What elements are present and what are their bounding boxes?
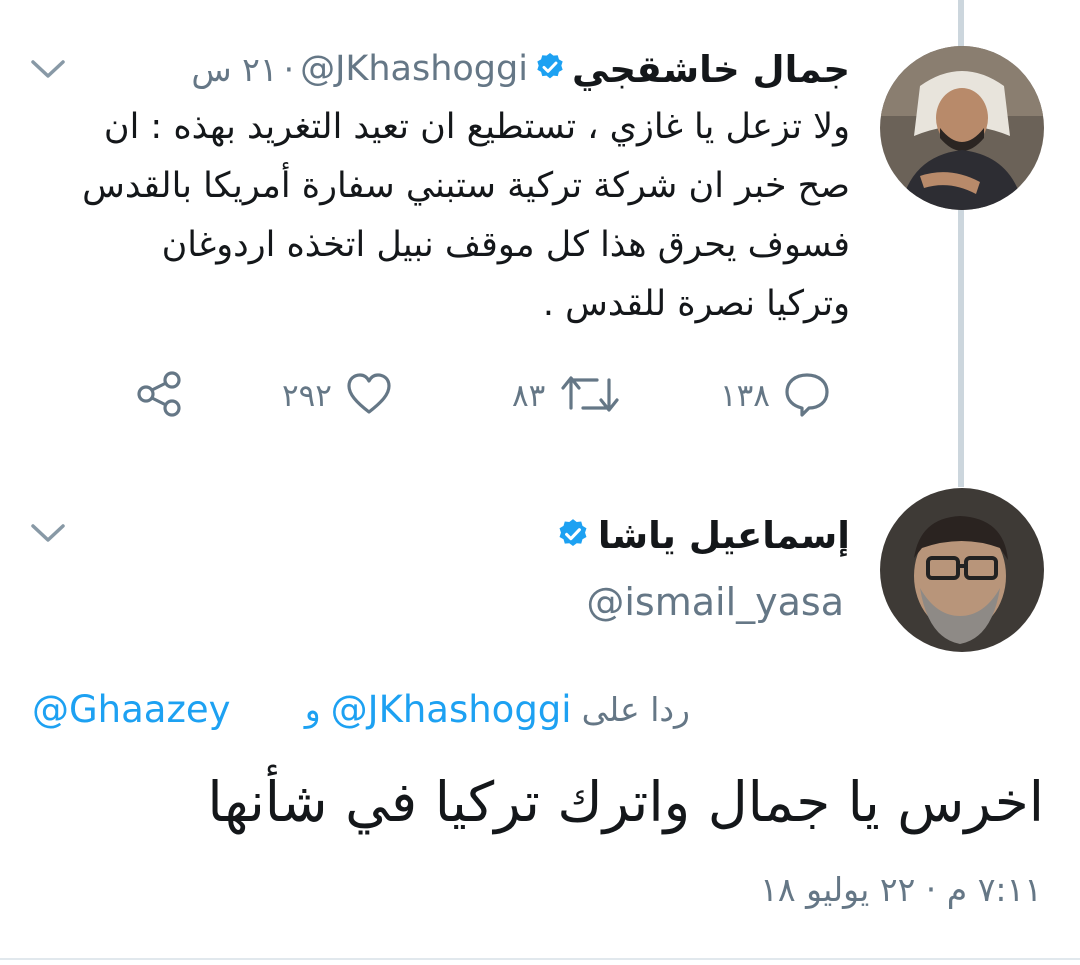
like-action[interactable]: ٢٩٢	[282, 370, 394, 422]
author-name[interactable]: إسماعيل ياشا	[598, 514, 850, 557]
verified-badge-icon	[534, 51, 566, 87]
avatar[interactable]	[880, 46, 1044, 210]
divider	[0, 958, 1080, 960]
verified-badge-icon	[556, 517, 590, 555]
avatar[interactable]	[880, 488, 1044, 652]
author-handle[interactable]: @ismail_yasa	[586, 580, 844, 624]
share-action[interactable]	[134, 370, 184, 422]
chevron-down-icon[interactable]	[30, 58, 66, 86]
reply-action[interactable]: ١٣٨	[720, 370, 832, 422]
chevron-down-icon[interactable]	[30, 522, 66, 550]
retweet-action[interactable]: ٨٣	[512, 370, 623, 422]
reply-count: ١٣٨	[720, 378, 770, 414]
author-name[interactable]: جمال خاشقجي	[572, 48, 850, 91]
replying-to: ردا على @JKhashoggi و	[305, 688, 690, 731]
retweet-icon	[557, 370, 623, 422]
like-count: ٢٩٢	[282, 378, 332, 414]
replying-to-link[interactable]: @JKhashoggi	[331, 688, 572, 731]
replying-to-link[interactable]: @Ghaazey	[32, 688, 231, 731]
tweet-text: ولا تزعل يا غازي ، تستطيع ان تعيد التغري…	[82, 107, 850, 324]
separator-dot: ·	[283, 49, 295, 89]
reply-text: اخرس يا جمال واترك تركيا في شأنها	[207, 770, 1044, 834]
share-icon	[134, 370, 184, 422]
author-handle[interactable]: @JKhashoggi	[300, 49, 528, 89]
tweet-time[interactable]: ٢١ س	[191, 50, 277, 89]
replying-to-and: و	[304, 690, 321, 729]
reply-bubble-icon	[782, 370, 832, 422]
tweet-header: جمال خاشقجي @JKhashoggi · ٢١ س	[191, 42, 850, 96]
replying-to-label: ردا على	[581, 690, 690, 729]
heart-icon	[344, 370, 394, 422]
retweet-count: ٨٣	[512, 378, 546, 414]
reply-header: إسماعيل ياشا	[556, 514, 850, 557]
replying-to-second: @Ghaazey	[32, 688, 231, 731]
tweet-timestamp[interactable]: ٧:١١ م · ٢٢ يوليو ١٨	[760, 870, 1042, 909]
